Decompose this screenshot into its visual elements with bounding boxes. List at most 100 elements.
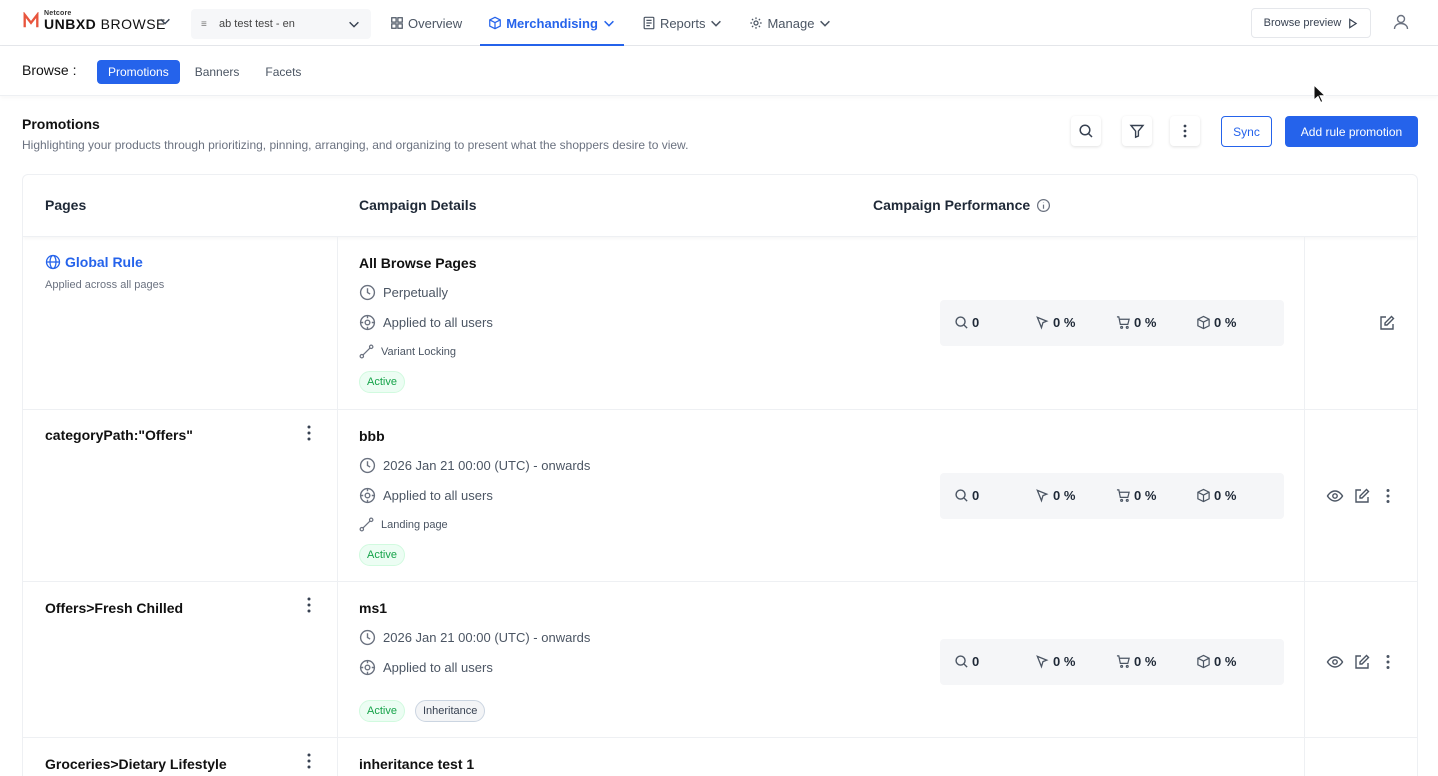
user-icon[interactable] xyxy=(1392,13,1410,31)
edit-icon xyxy=(1355,488,1370,503)
play-icon xyxy=(1349,17,1358,29)
globe-icon xyxy=(45,254,61,270)
tab-banners[interactable]: Banners xyxy=(184,60,251,84)
tab-promotions[interactable]: Promotions xyxy=(97,60,180,84)
nav-merchandising[interactable]: Merchandising xyxy=(480,0,624,46)
browse-preview-button[interactable]: Browse preview xyxy=(1251,8,1371,38)
cube-icon xyxy=(489,16,502,30)
metric-orders: 0 % xyxy=(1196,654,1236,669)
target-icon xyxy=(359,487,376,504)
netcore-logo-icon xyxy=(23,11,39,27)
filter-icon xyxy=(1129,124,1145,139)
column-divider xyxy=(337,410,338,581)
kebab-menu-icon[interactable] xyxy=(303,596,315,614)
mouse-cursor-icon xyxy=(1313,84,1327,104)
more-options-button[interactable] xyxy=(1170,116,1200,146)
nav-overview[interactable]: Overview xyxy=(382,0,470,46)
edit-button[interactable] xyxy=(1353,653,1371,671)
report-icon xyxy=(643,16,655,30)
metric-orders: 0 % xyxy=(1196,488,1236,503)
filter-button[interactable] xyxy=(1122,116,1152,146)
metric-add-to-cart: 0 % xyxy=(1116,488,1156,503)
row-more-button[interactable] xyxy=(1379,487,1397,505)
nav-merchandising-label: Merchandising xyxy=(506,15,598,31)
edit-button[interactable] xyxy=(1378,314,1396,332)
campaign-schedule-text: 2026 Jan 21 00:00 (UTC) - onwards xyxy=(383,630,591,645)
campaign-schedule: 2026 Jan 21 00:00 (UTC) - onwards xyxy=(359,629,590,646)
page-name: Offers>Fresh Chilled xyxy=(45,600,184,616)
site-selector-dropdown[interactable]: ≡ ab test test - en xyxy=(191,9,371,39)
package-icon xyxy=(1197,315,1210,330)
campaign-name[interactable]: bbb xyxy=(359,428,385,444)
preview-button[interactable] xyxy=(1326,653,1344,671)
nav-manage[interactable]: Manage xyxy=(741,0,840,46)
preview-button[interactable] xyxy=(1326,487,1344,505)
status-badge: Active xyxy=(359,544,405,566)
page-title: Promotions xyxy=(22,116,100,132)
sync-button[interactable]: Sync xyxy=(1221,116,1272,147)
browse-subnav: Browse : Promotions Banners Facets xyxy=(0,46,1438,96)
column-header-campaign-details: Campaign Details xyxy=(359,197,476,213)
metric-value: 0 xyxy=(972,654,980,669)
metric-value: 0 % xyxy=(1053,654,1076,669)
search-button[interactable] xyxy=(1071,116,1101,146)
search-icon xyxy=(955,316,968,329)
brand-bold-text: UNBXD xyxy=(44,16,97,32)
metric-searches: 0 xyxy=(954,315,979,330)
campaign-schedule-text: Perpetually xyxy=(383,285,449,300)
column-divider xyxy=(1304,738,1305,776)
brand-logo[interactable]: Netcore UNBXD BROWSE xyxy=(22,10,166,31)
edit-button[interactable] xyxy=(1353,487,1371,505)
add-rule-promotion-button[interactable]: Add rule promotion xyxy=(1285,116,1418,147)
cart-icon xyxy=(1116,316,1130,329)
campaign-name[interactable]: All Browse Pages xyxy=(359,255,477,271)
campaign-schedule-text: 2026 Jan 21 00:00 (UTC) - onwards xyxy=(383,458,591,473)
column-header-campaign-details-label: Campaign Details xyxy=(359,197,477,213)
page-name: categoryPath:"Offers" xyxy=(45,427,193,443)
kebab-menu-icon xyxy=(1386,489,1390,503)
kebab-menu-icon xyxy=(1183,124,1187,138)
nav-manage-label: Manage xyxy=(767,15,815,31)
kebab-menu-icon[interactable] xyxy=(303,752,315,770)
browse-tabs: Promotions Banners Facets xyxy=(97,60,312,84)
column-header-pages: Pages xyxy=(45,197,86,213)
row-more-button[interactable] xyxy=(1379,653,1397,671)
column-header-pages-label: Pages xyxy=(45,197,87,213)
top-navigation-bar: Netcore UNBXD BROWSE ≡ ab test test - en… xyxy=(0,0,1438,46)
metric-orders: 0 % xyxy=(1196,315,1236,330)
page-link[interactable]: Global Rule xyxy=(45,254,143,270)
metric-searches: 0 xyxy=(954,488,979,503)
campaign-audience-text: Applied to all users xyxy=(383,315,493,330)
browse-preview-label: Browse preview xyxy=(1263,17,1342,29)
metric-value: 0 xyxy=(972,488,980,503)
column-header-campaign-performance: Campaign Performance xyxy=(873,197,1051,213)
tab-facets[interactable]: Facets xyxy=(254,60,312,84)
clock-icon xyxy=(359,629,376,646)
table-row: Groceries>Dietary Lifestyle inheritance … xyxy=(23,738,1417,776)
status-badge: Active xyxy=(359,700,405,722)
cart-icon xyxy=(1116,489,1130,502)
metric-value: 0 % xyxy=(1134,654,1157,669)
edit-icon xyxy=(1380,315,1395,330)
brand-light-text: BROWSE xyxy=(96,16,166,32)
package-icon xyxy=(1197,654,1210,669)
kebab-menu-icon[interactable] xyxy=(303,424,315,442)
metric-value: 0 % xyxy=(1053,315,1076,330)
campaign-name[interactable]: inheritance test 1 xyxy=(359,756,474,772)
campaign-schedule: Perpetually xyxy=(359,284,448,301)
metric-add-to-cart: 0 % xyxy=(1116,654,1156,669)
chevron-down-icon[interactable] xyxy=(158,14,172,28)
chevron-down-icon xyxy=(820,20,831,27)
browse-label: Browse : xyxy=(22,62,77,78)
performance-metrics: 0 0 % 0 % 0 % xyxy=(940,639,1284,685)
search-icon xyxy=(955,655,968,668)
nav-reports[interactable]: Reports xyxy=(634,0,732,46)
list-icon: ≡ xyxy=(201,18,207,30)
metric-value: 0 % xyxy=(1053,488,1076,503)
brand-wordmark: Netcore UNBXD BROWSE xyxy=(44,10,166,31)
metric-clicks: 0 % xyxy=(1035,654,1075,669)
info-icon[interactable] xyxy=(1036,198,1051,213)
campaign-name[interactable]: ms1 xyxy=(359,600,387,616)
inheritance-badge: Inheritance xyxy=(414,700,486,722)
pointer-icon xyxy=(1036,489,1049,503)
